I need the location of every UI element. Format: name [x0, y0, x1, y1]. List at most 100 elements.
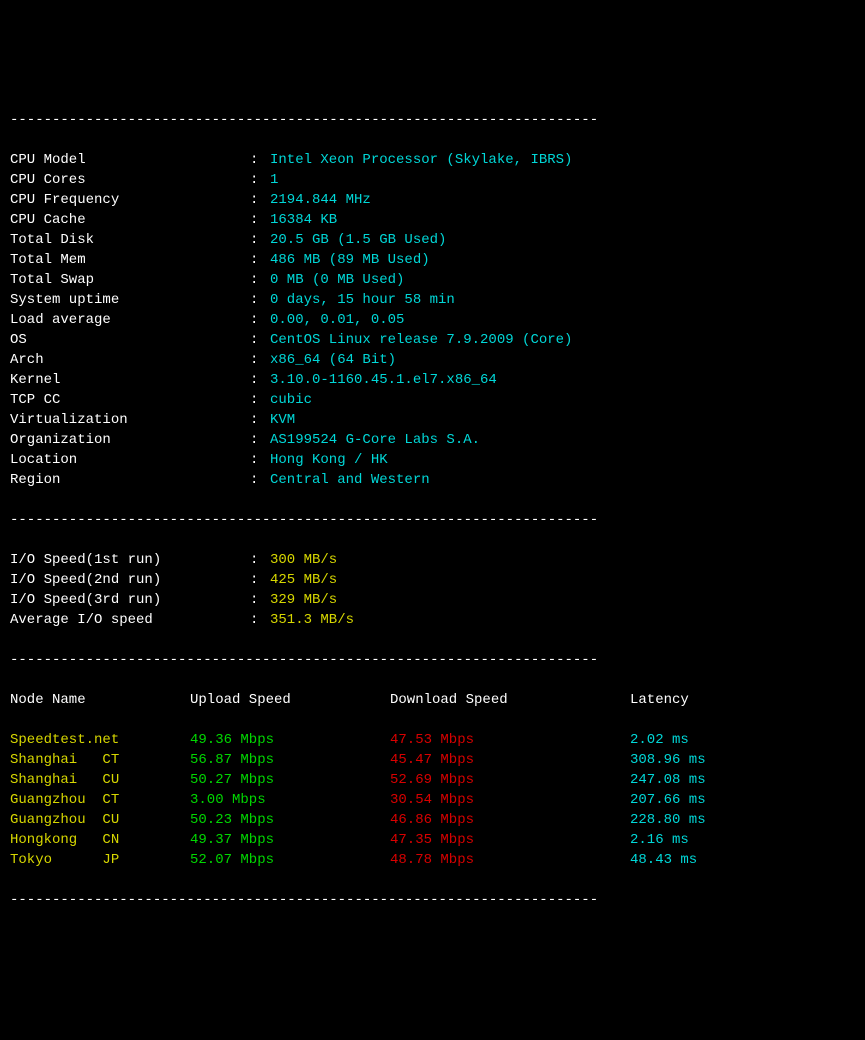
sysinfo-value: 2194.844 MHz [270, 192, 371, 208]
divider-line: ----------------------------------------… [10, 110, 855, 130]
sysinfo-value: CentOS Linux release 7.9.2009 (Core) [270, 332, 572, 348]
sysinfo-row: Total Swap: 0 MB (0 MB Used) [10, 270, 855, 290]
io-row: Average I/O speed: 351.3 MB/s [10, 610, 855, 630]
sysinfo-label: OS [10, 330, 250, 350]
net-latency: 2.02 ms [630, 730, 689, 750]
sysinfo-label: TCP CC [10, 390, 250, 410]
sysinfo-label: Region [10, 470, 250, 490]
net-latency: 207.66 ms [630, 790, 706, 810]
colon: : [250, 190, 270, 210]
sysinfo-value: 0 days, 15 hour 58 min [270, 292, 455, 308]
sysinfo-label: CPU Model [10, 150, 250, 170]
colon: : [250, 470, 270, 490]
net-row: Guangzhou CT3.00 Mbps30.54 Mbps207.66 ms [10, 790, 855, 810]
io-label: Average I/O speed [10, 610, 250, 630]
net-download: 45.47 Mbps [390, 750, 630, 770]
sysinfo-row: OS: CentOS Linux release 7.9.2009 (Core) [10, 330, 855, 350]
colon: : [250, 330, 270, 350]
sysinfo-row: Total Mem: 486 MB (89 MB Used) [10, 250, 855, 270]
io-row: I/O Speed(3rd run): 329 MB/s [10, 590, 855, 610]
io-label: I/O Speed(2nd run) [10, 570, 250, 590]
net-node: Guangzhou CU [10, 810, 190, 830]
colon: : [250, 370, 270, 390]
sysinfo-value: AS199524 G-Core Labs S.A. [270, 432, 480, 448]
net-upload: 3.00 Mbps [190, 790, 390, 810]
colon: : [250, 590, 270, 610]
net-node: Guangzhou CT [10, 790, 190, 810]
net-latency: 247.08 ms [630, 770, 706, 790]
net-row: Speedtest.net49.36 Mbps47.53 Mbps2.02 ms [10, 730, 855, 750]
sysinfo-label: System uptime [10, 290, 250, 310]
divider-line: ----------------------------------------… [10, 510, 855, 530]
sysinfo-value: 16384 KB [270, 212, 337, 228]
colon: : [250, 390, 270, 410]
sysinfo-label: Virtualization [10, 410, 250, 430]
colon: : [250, 430, 270, 450]
colon: : [250, 570, 270, 590]
net-download: 46.86 Mbps [390, 810, 630, 830]
colon: : [250, 310, 270, 330]
sysinfo-label: CPU Cache [10, 210, 250, 230]
sysinfo-label: Organization [10, 430, 250, 450]
sysinfo-row: Load average: 0.00, 0.01, 0.05 [10, 310, 855, 330]
io-row: I/O Speed(2nd run): 425 MB/s [10, 570, 855, 590]
sysinfo-value: Intel Xeon Processor (Skylake, IBRS) [270, 152, 572, 168]
sysinfo-label: Total Swap [10, 270, 250, 290]
sysinfo-label: Total Mem [10, 250, 250, 270]
sysinfo-row: Arch: x86_64 (64 Bit) [10, 350, 855, 370]
colon: : [250, 230, 270, 250]
sysinfo-value: 3.10.0-1160.45.1.el7.x86_64 [270, 372, 497, 388]
net-download: 47.53 Mbps [390, 730, 630, 750]
io-block: I/O Speed(1st run): 300 MB/sI/O Speed(2n… [10, 550, 855, 630]
colon: : [250, 450, 270, 470]
sysinfo-row: Kernel: 3.10.0-1160.45.1.el7.x86_64 [10, 370, 855, 390]
net-row: Shanghai CT56.87 Mbps45.47 Mbps308.96 ms [10, 750, 855, 770]
sysinfo-value: Hong Kong / HK [270, 452, 388, 468]
sysinfo-label: CPU Cores [10, 170, 250, 190]
net-node: Hongkong CN [10, 830, 190, 850]
sysinfo-value: Central and Western [270, 472, 430, 488]
sysinfo-row: System uptime: 0 days, 15 hour 58 min [10, 290, 855, 310]
sysinfo-label: Location [10, 450, 250, 470]
sysinfo-value: 0.00, 0.01, 0.05 [270, 312, 404, 328]
net-upload: 50.23 Mbps [190, 810, 390, 830]
sysinfo-label: Kernel [10, 370, 250, 390]
net-download: 48.78 Mbps [390, 850, 630, 870]
sysinfo-row: Region: Central and Western [10, 470, 855, 490]
sysinfo-row: CPU Model: Intel Xeon Processor (Skylake… [10, 150, 855, 170]
col-node: Node Name [10, 690, 190, 710]
io-value: 351.3 MB/s [270, 612, 354, 628]
sysinfo-row: Organization: AS199524 G-Core Labs S.A. [10, 430, 855, 450]
col-upload: Upload Speed [190, 690, 390, 710]
net-upload: 49.36 Mbps [190, 730, 390, 750]
sysinfo-row: CPU Cache: 16384 KB [10, 210, 855, 230]
sysinfo-value: 1 [270, 172, 278, 188]
colon: : [250, 150, 270, 170]
net-row: Shanghai CU50.27 Mbps52.69 Mbps247.08 ms [10, 770, 855, 790]
sysinfo-value: 0 MB (0 MB Used) [270, 272, 404, 288]
sysinfo-row: CPU Frequency: 2194.844 MHz [10, 190, 855, 210]
colon: : [250, 250, 270, 270]
net-header-row: Node NameUpload SpeedDownload SpeedLaten… [10, 690, 855, 710]
sysinfo-label: Total Disk [10, 230, 250, 250]
sysinfo-label: Arch [10, 350, 250, 370]
io-row: I/O Speed(1st run): 300 MB/s [10, 550, 855, 570]
sysinfo-value: 486 MB (89 MB Used) [270, 252, 430, 268]
io-value: 300 MB/s [270, 552, 337, 568]
sysinfo-row: Location: Hong Kong / HK [10, 450, 855, 470]
sysinfo-value: cubic [270, 392, 312, 408]
io-label: I/O Speed(1st run) [10, 550, 250, 570]
net-block: Speedtest.net49.36 Mbps47.53 Mbps2.02 ms… [10, 730, 855, 870]
colon: : [250, 170, 270, 190]
colon: : [250, 610, 270, 630]
colon: : [250, 290, 270, 310]
net-row: Tokyo JP52.07 Mbps48.78 Mbps48.43 ms [10, 850, 855, 870]
net-latency: 48.43 ms [630, 850, 697, 870]
io-value: 425 MB/s [270, 572, 337, 588]
colon: : [250, 550, 270, 570]
sysinfo-value: KVM [270, 412, 295, 428]
net-row: Guangzhou CU50.23 Mbps46.86 Mbps228.80 m… [10, 810, 855, 830]
sysinfo-label: CPU Frequency [10, 190, 250, 210]
net-download: 47.35 Mbps [390, 830, 630, 850]
net-latency: 2.16 ms [630, 830, 689, 850]
